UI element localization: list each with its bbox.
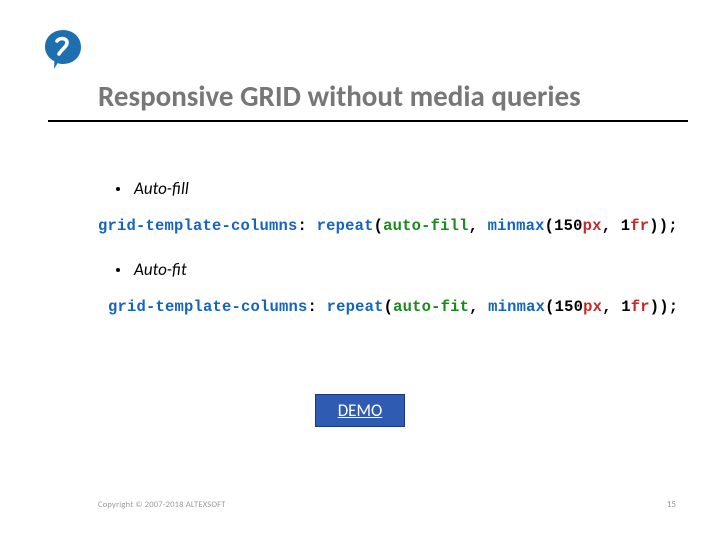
- code-sample-auto-fit: grid-template-columns: repeat(auto-fit, …: [108, 298, 688, 316]
- code-colon: :: [308, 298, 327, 316]
- code-paren: (: [384, 298, 394, 316]
- code-prop: grid-template-columns: [108, 298, 308, 316]
- code-unit: px: [583, 217, 602, 235]
- bullet-auto-fit: Auto-fit: [116, 259, 688, 280]
- code-colon: :: [298, 217, 317, 235]
- code-number: 150: [555, 298, 584, 316]
- footer-copyright: Copyright © 2007-2018 ALTEXSOFT: [98, 500, 226, 510]
- code-unit: fr: [630, 217, 649, 235]
- code-paren: (: [545, 217, 555, 235]
- code-number: 1: [621, 217, 631, 235]
- code-repeat: repeat: [317, 217, 374, 235]
- code-prop: grid-template-columns: [98, 217, 298, 235]
- title-divider: [48, 120, 688, 122]
- code-sample-auto-fill: grid-template-columns: repeat(auto-fill,…: [98, 217, 688, 235]
- code-comma: ,: [469, 217, 488, 235]
- bullet-auto-fill: Auto-fill: [116, 178, 688, 199]
- code-minmax: minmax: [488, 217, 545, 235]
- bullet-label: Auto-fit: [134, 259, 187, 280]
- code-tail: ));: [650, 298, 679, 316]
- bullet-dot-icon: [116, 268, 120, 272]
- brand-logo: [42, 28, 84, 70]
- bullet-dot-icon: [116, 187, 120, 191]
- demo-button-wrap: DEMO: [0, 394, 720, 427]
- code-paren: (: [374, 217, 384, 235]
- code-mode: auto-fill: [383, 217, 469, 235]
- code-mode: auto-fit: [393, 298, 469, 316]
- code-minmax: minmax: [488, 298, 545, 316]
- code-paren: (: [545, 298, 555, 316]
- page-number: 15: [667, 499, 676, 510]
- code-number: 150: [554, 217, 583, 235]
- code-unit: fr: [631, 298, 650, 316]
- code-comma: ,: [469, 298, 488, 316]
- code-number: 1: [621, 298, 631, 316]
- page-title: Responsive GRID without media queries: [98, 78, 688, 114]
- bullet-label: Auto-fill: [134, 178, 189, 199]
- code-unit: px: [583, 298, 602, 316]
- demo-button[interactable]: DEMO: [315, 394, 406, 427]
- code-tail: ));: [649, 217, 678, 235]
- code-comma: ,: [602, 298, 621, 316]
- code-comma: ,: [602, 217, 621, 235]
- content-area: Auto-fill grid-template-columns: repeat(…: [98, 168, 688, 340]
- code-repeat: repeat: [327, 298, 384, 316]
